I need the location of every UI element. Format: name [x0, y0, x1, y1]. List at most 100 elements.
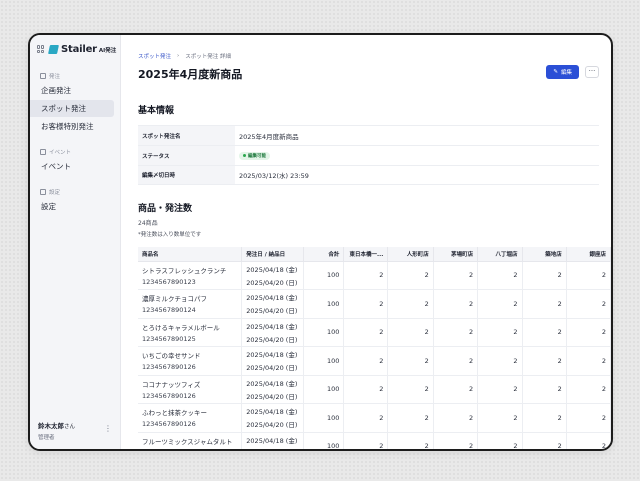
column-header[interactable]: 茅場町店	[433, 247, 479, 262]
store-qty-cell[interactable]: 2	[566, 375, 611, 404]
product-name[interactable]: とろけるキャラメルボール	[142, 322, 237, 332]
store-qty-cell[interactable]: 2	[566, 318, 611, 347]
store-qty-cell[interactable]: 2	[433, 375, 479, 404]
user-menu-kebab-icon[interactable]: ⋮	[104, 424, 112, 433]
store-qty-cell[interactable]: 2	[387, 403, 434, 433]
pencil-icon: ✎	[553, 69, 558, 75]
user-name-text: 鈴木太郎	[38, 422, 64, 430]
store-qty-cell[interactable]: 2	[387, 432, 434, 449]
store-qty-cell[interactable]: 2	[566, 346, 611, 376]
store-qty-cell[interactable]: 2	[387, 375, 434, 404]
store-qty-cell[interactable]: 2	[522, 403, 567, 433]
store-qty-cell[interactable]: 2	[433, 289, 479, 319]
store-qty-cell[interactable]: 2	[343, 261, 389, 290]
status-badge: 編集可能	[239, 151, 270, 160]
info-value: 2025年4月度新商品	[239, 132, 299, 141]
store-qty-cell[interactable]: 2	[477, 403, 523, 433]
store-qty-cell[interactable]: 2	[566, 432, 611, 449]
order-date: 2025/04/18 (金)	[246, 322, 298, 331]
store-qty-cell[interactable]: 2	[566, 289, 611, 319]
store-qty-cell[interactable]: 2	[522, 261, 567, 290]
store-qty-cell[interactable]: 2	[566, 403, 611, 433]
breadcrumb-spot-order[interactable]: スポット発注	[138, 52, 171, 60]
store-qty-cell[interactable]: 2	[522, 346, 567, 376]
sidebar-item-spot-order[interactable]: スポット発注	[30, 100, 114, 117]
store-qty-cell[interactable]: 2	[433, 403, 479, 433]
sidebar-item-settings[interactable]: 設定	[30, 198, 114, 215]
store-qty-cell[interactable]: 2	[477, 289, 523, 319]
order-date: 2025/04/18 (金)	[246, 379, 298, 388]
total-cell: 100	[303, 346, 345, 376]
order-date: 2025/04/18 (金)	[246, 265, 298, 274]
sidebar-item-special-order[interactable]: お客様特別発注	[30, 118, 114, 135]
column-header[interactable]: 東日本橋一...	[343, 247, 389, 262]
total-cell: 100	[303, 318, 345, 347]
apps-grid-icon[interactable]	[37, 45, 45, 53]
store-qty-cell[interactable]: 2	[343, 432, 389, 449]
status-badge-label: 編集可能	[248, 153, 266, 159]
sidebar-item-planned-order[interactable]: 企画発注	[30, 82, 114, 99]
store-qty-cell[interactable]: 2	[433, 432, 479, 449]
store-qty-cell[interactable]: 2	[477, 375, 523, 404]
nav-heading-settings: 設定	[30, 187, 120, 197]
product-name[interactable]: シトラスフレッシュクランチ	[142, 265, 237, 275]
store-qty-cell[interactable]: 2	[522, 432, 567, 449]
column-header[interactable]: 発注日 / 納品日	[241, 247, 305, 262]
store-qty-cell[interactable]: 2	[522, 318, 567, 347]
product-name[interactable]: ふわっと抹茶クッキー	[142, 407, 237, 417]
store-qty-cell[interactable]: 2	[433, 346, 479, 376]
table-row[interactable]: ふわっと抹茶クッキー 1234567890126 2025/04/18 (金) 202…	[138, 403, 611, 433]
store-qty-cell[interactable]: 2	[522, 289, 567, 319]
table-row[interactable]: シトラスフレッシュクランチ 1234567890123 2025/04/18 (金)…	[138, 261, 611, 290]
table-row[interactable]: いちごの幸せサンド 1234567890126 2025/04/18 (金) 2025…	[138, 346, 611, 376]
store-qty-cell[interactable]: 2	[343, 289, 389, 319]
column-header[interactable]: 築地店	[522, 247, 567, 262]
store-qty-cell[interactable]: 2	[387, 289, 434, 319]
store-qty-cell[interactable]: 2	[477, 261, 523, 290]
column-header[interactable]: 銀座店	[566, 247, 611, 262]
store-qty-cell[interactable]: 2	[343, 375, 389, 404]
store-qty-cell[interactable]: 2	[477, 432, 523, 449]
column-header[interactable]: 商品名	[138, 247, 243, 262]
store-qty-cell[interactable]: 2	[343, 318, 389, 347]
info-row-name: スポット発注名 2025年4月度新商品	[138, 125, 599, 145]
product-code: 1234567890123	[142, 277, 196, 286]
product-count: 24商品	[138, 220, 158, 227]
nav-group-settings: 設定 設定	[30, 187, 120, 215]
date-cell: 2025/04/18 (金) 2025/04/20 (日)	[241, 261, 305, 290]
store-qty-cell[interactable]: 2	[387, 346, 434, 376]
store-qty-cell[interactable]: 2	[477, 318, 523, 347]
product-name[interactable]: 濃厚ミルクチョコパフ	[142, 293, 237, 303]
store-qty-cell[interactable]: 2	[433, 261, 479, 290]
store-qty-cell[interactable]: 2	[387, 318, 434, 347]
store-qty-cell[interactable]: 2	[433, 318, 479, 347]
column-header[interactable]: 人形町店	[387, 247, 434, 262]
basic-info-title: 基本情報	[138, 106, 175, 116]
store-qty-cell[interactable]: 2	[477, 346, 523, 376]
store-qty-cell[interactable]: 2	[566, 261, 611, 290]
product-cell: ココナナッツフィズ 1234567890126	[138, 375, 243, 404]
store-qty-cell[interactable]: 2	[522, 375, 567, 404]
user-profile[interactable]: 鈴木太郎さん 管理者 ⋮	[38, 420, 114, 441]
edit-button[interactable]: ✎ 編集	[546, 65, 579, 79]
store-qty-cell[interactable]: 2	[387, 261, 434, 290]
sidebar-item-event[interactable]: イベント	[30, 158, 114, 175]
date-cell: 2025/04/18 (金) 2025/04/20 (日)	[241, 432, 305, 449]
info-value: 編集可能	[235, 151, 270, 160]
info-row-status: ステータス 編集可能	[138, 145, 599, 165]
product-name[interactable]: フルーツミックスジャムタルト	[142, 436, 237, 446]
table-row[interactable]: 濃厚ミルクチョコパフ 1234567890124 2025/04/18 (金) 202…	[138, 289, 611, 319]
column-header[interactable]: 八丁堀店	[477, 247, 523, 262]
column-header[interactable]: 合計	[303, 247, 345, 262]
product-name[interactable]: いちごの幸せサンド	[142, 350, 237, 360]
table-row[interactable]: フルーツミックスジャムタルト12345678901262025/04/18 (金…	[138, 432, 611, 449]
more-options-button[interactable]: ···	[585, 66, 599, 78]
product-name[interactable]: ココナナッツフィズ	[142, 379, 237, 389]
table-row[interactable]: とろけるキャラメルボール 1234567890125 2025/04/18 (金) 2…	[138, 318, 611, 347]
table-row[interactable]: ココナナッツフィズ 1234567890126 2025/04/18 (金) 2025…	[138, 375, 611, 404]
product-cell: いちごの幸せサンド 1234567890126	[138, 346, 243, 376]
user-name: 鈴木太郎さん	[38, 420, 114, 430]
store-qty-cell[interactable]: 2	[343, 403, 389, 433]
info-row-deadline: 編集〆切日時 2025/03/12(水) 23:59	[138, 165, 599, 185]
store-qty-cell[interactable]: 2	[343, 346, 389, 376]
